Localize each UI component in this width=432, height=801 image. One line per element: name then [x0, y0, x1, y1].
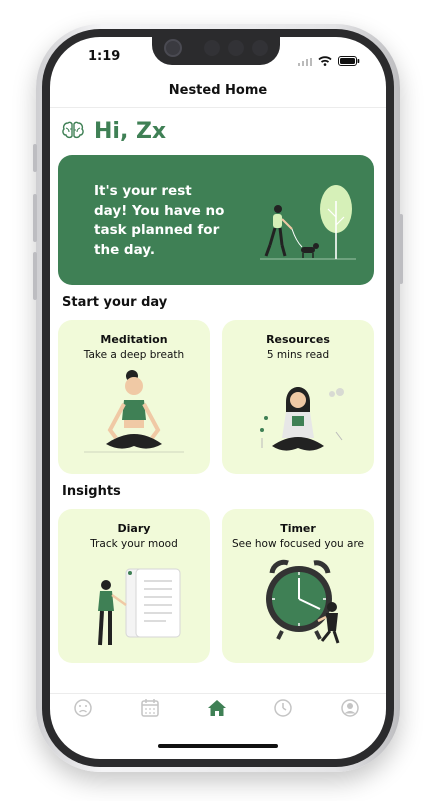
volume-up-button: [33, 194, 37, 242]
sensor: [204, 40, 220, 56]
resources-card[interactable]: Resources 5 mins read: [222, 320, 374, 474]
power-button: [399, 214, 403, 284]
tab-mood[interactable]: [73, 698, 93, 718]
diary-card[interactable]: Diary Track your mood: [58, 509, 210, 663]
sensor: [252, 40, 268, 56]
volume-down-button: [33, 252, 37, 300]
section-insights: Insights: [62, 484, 121, 499]
home-indicator[interactable]: [158, 744, 278, 748]
rest-day-banner: It's your rest day! You have no task pla…: [58, 155, 374, 285]
app-screen: 1:19 Nested Home Hi, Zx It's your rest d…: [50, 37, 386, 759]
mood-icon: [73, 699, 93, 722]
tab-calendar[interactable]: [140, 698, 160, 718]
diary-illustration: [98, 568, 181, 646]
brain-icon: [62, 120, 84, 144]
battery-icon: [338, 51, 360, 70]
alarm-clock-illustration: [266, 559, 340, 644]
status-icons: [298, 51, 360, 70]
status-time: 1:19: [88, 49, 121, 64]
tab-home[interactable]: [207, 698, 227, 718]
nav-divider: [50, 107, 386, 108]
home-icon: [207, 700, 227, 722]
meditation-illustration: [84, 370, 184, 453]
profile-icon: [340, 699, 360, 722]
greeting-text: Hi, Zx: [94, 119, 167, 144]
dog-walk-illustration: [260, 185, 356, 260]
camera: [164, 39, 182, 57]
signal-icon: [298, 51, 312, 70]
tab-history[interactable]: [273, 698, 293, 718]
greeting: Hi, Zx: [62, 119, 166, 144]
page-title: Nested Home: [168, 83, 268, 98]
reading-illustration: [260, 387, 344, 451]
calendar-icon: [140, 699, 160, 722]
meditation-card[interactable]: Meditation Take a deep breath: [58, 320, 210, 474]
timer-card[interactable]: Timer See how focused you are: [222, 509, 374, 663]
mute-switch: [33, 144, 37, 172]
clock-icon: [273, 699, 293, 722]
notch: [152, 37, 280, 65]
sensor: [228, 40, 244, 56]
wifi-icon: [318, 51, 332, 70]
section-start-your-day: Start your day: [62, 295, 168, 310]
tab-profile[interactable]: [340, 698, 360, 718]
tab-bar-divider: [50, 693, 386, 694]
banner-message: It's your rest day! You have no task pla…: [94, 183, 225, 258]
